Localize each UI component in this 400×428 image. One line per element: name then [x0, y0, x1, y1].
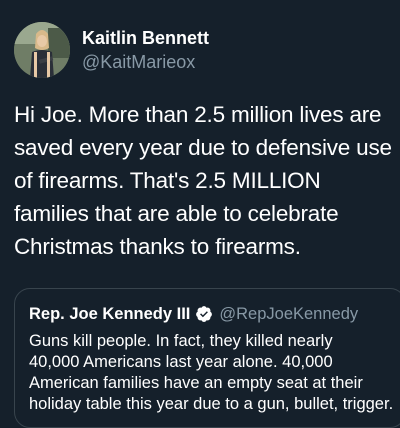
quoted-text-line: American families have an empty seat at … [29, 374, 363, 392]
quoted-author-display-name: Rep. Joe Kennedy III [29, 304, 191, 323]
tweet-header: Kaitlin Bennett @KaitMarieox [14, 22, 209, 78]
tweet-text-line: Christmas thanks to firearms. [14, 234, 301, 259]
quoted-tweet[interactable]: Rep. Joe Kennedy III @RepJoeKennedy Guns… [14, 288, 400, 428]
tweet-text-line: of firearms. That's 2.5 MILLION [14, 168, 321, 193]
tweet-text: Hi Joe. More than 2.5 million lives are … [14, 98, 394, 263]
quoted-text-line: holiday table this year due to a gun, bu… [29, 395, 394, 413]
quoted-author-handle: @RepJoeKennedy [219, 304, 359, 323]
quoted-text-line: Guns kill people. In fact, they killed n… [29, 332, 333, 350]
author-handle[interactable]: @KaitMarieox [82, 51, 209, 73]
author-names: Kaitlin Bennett @KaitMarieox [82, 27, 209, 73]
tweet-text-line: saved every year due to defensive use [14, 135, 392, 160]
tweet-text-line: Hi Joe. More than 2.5 million lives are [14, 102, 382, 127]
tweet-text-line: families that are able to celebrate [14, 201, 339, 226]
tweet-card: Kaitlin Bennett @KaitMarieox Hi Joe. Mor… [0, 0, 400, 428]
avatar-photo-icon [14, 22, 70, 78]
quoted-tweet-header: Rep. Joe Kennedy III @RepJoeKennedy [29, 303, 391, 325]
author-display-name[interactable]: Kaitlin Bennett [82, 27, 209, 49]
quoted-tweet-text: Guns kill people. In fact, they killed n… [29, 331, 394, 415]
avatar[interactable] [14, 22, 70, 78]
quoted-text-line: 40,000 Americans last year alone. 40,000 [29, 353, 333, 371]
verified-badge-icon [195, 305, 213, 323]
